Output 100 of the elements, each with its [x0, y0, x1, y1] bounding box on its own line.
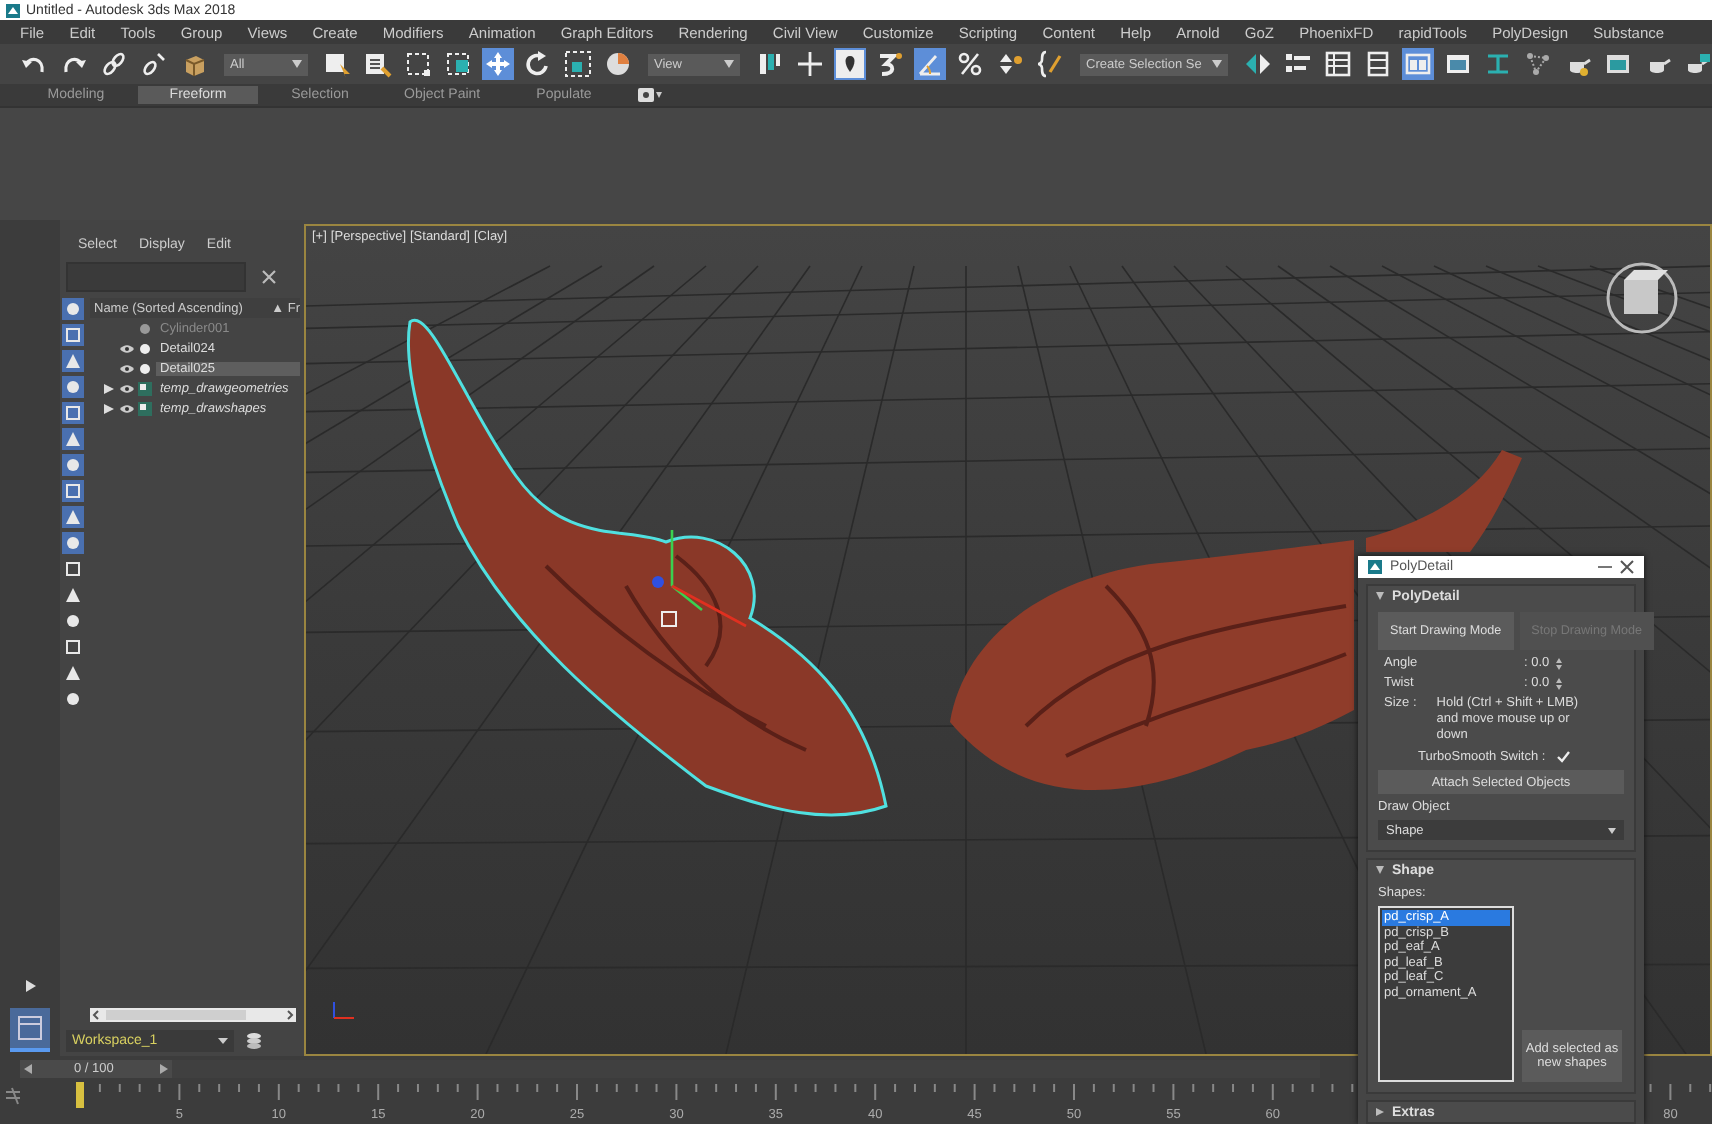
expand-caret-icon[interactable]	[104, 403, 114, 413]
toolbar-button[interactable]	[362, 48, 394, 80]
toolbar-button[interactable]	[402, 48, 434, 80]
workspace-button[interactable]	[10, 1008, 50, 1052]
percent-icon	[956, 50, 984, 78]
caret-icon[interactable]	[1376, 592, 1384, 600]
pin-icon	[836, 50, 864, 78]
panel-icon	[1364, 50, 1392, 78]
toolbar-button[interactable]	[138, 48, 170, 80]
toolbar-button[interactable]	[98, 48, 130, 80]
filter-toggle[interactable]	[62, 610, 84, 632]
spinner-arrows-icon[interactable]	[1555, 657, 1562, 669]
filter-toggle[interactable]	[62, 532, 84, 554]
caret-icon	[724, 60, 734, 68]
axis-tripod-icon	[333, 1001, 355, 1019]
spinner-arrows-icon[interactable]	[1555, 677, 1562, 689]
pivot-icon	[756, 50, 784, 78]
filter-toggle[interactable]	[62, 428, 84, 450]
dot-icon	[140, 323, 150, 333]
toolbar-button[interactable]	[1034, 48, 1066, 80]
toolbar-button[interactable]	[1362, 48, 1394, 80]
toolbar-button[interactable]	[522, 48, 554, 80]
toolbar-button[interactable]	[1242, 48, 1274, 80]
crosshair-icon	[796, 50, 824, 78]
table-icon	[1324, 50, 1352, 78]
camera-icon[interactable]	[638, 88, 662, 102]
filter-toggle[interactable]	[62, 376, 84, 398]
key-filter-icon[interactable]	[5, 1087, 21, 1105]
nodes-icon	[1524, 50, 1552, 78]
toolbar-button[interactable]	[322, 48, 354, 80]
toolbar-button[interactable]	[954, 48, 986, 80]
cursor-icon	[324, 50, 352, 78]
filter-toggle[interactable]	[62, 480, 84, 502]
filter-toggle[interactable]	[62, 558, 84, 580]
filter-toggle[interactable]	[62, 298, 84, 320]
close-icon[interactable]	[262, 270, 276, 284]
caret-icon	[1212, 60, 1222, 68]
filter-toggle[interactable]	[62, 402, 84, 424]
window-icon	[1444, 50, 1472, 78]
mirror-icon	[1244, 50, 1272, 78]
toolbar-button[interactable]	[794, 48, 826, 80]
checkbox[interactable]	[1555, 750, 1570, 764]
eye-icon[interactable]	[120, 363, 134, 373]
caret-left-icon[interactable]	[24, 1063, 32, 1073]
dot-icon	[140, 343, 150, 353]
spinner-icon	[996, 50, 1024, 78]
toolbar-button[interactable]	[754, 48, 786, 80]
scrollbar[interactable]	[90, 1008, 296, 1022]
filter-toggle[interactable]	[62, 324, 84, 346]
angle-snap-icon	[916, 50, 944, 78]
align-icon	[1284, 50, 1312, 78]
eye-icon[interactable]	[120, 403, 134, 413]
snap-icon	[876, 50, 904, 78]
toolbar-button[interactable]	[874, 48, 906, 80]
caret-icon[interactable]	[1376, 866, 1384, 874]
filter-toggle[interactable]	[62, 454, 84, 476]
move-icon	[484, 50, 512, 78]
filter-toggle[interactable]	[62, 350, 84, 372]
filter-toggle[interactable]	[62, 662, 84, 684]
filter-toggle[interactable]	[62, 636, 84, 658]
toolbar-button[interactable]	[562, 48, 594, 80]
eye-icon[interactable]	[120, 383, 134, 393]
frame-marker[interactable]	[76, 1082, 84, 1108]
filter-toggle[interactable]	[62, 506, 84, 528]
transform-gizmo-icon[interactable]	[652, 528, 747, 628]
rotate-icon	[524, 50, 552, 78]
caret-right-icon[interactable]	[160, 1063, 168, 1073]
crossing-window-icon	[444, 50, 472, 78]
caret-icon[interactable]	[1376, 1108, 1384, 1116]
left-sculpture-drawing[interactable]	[407, 318, 888, 817]
expand-caret-icon[interactable]	[104, 383, 114, 393]
layers-icon[interactable]	[246, 1032, 262, 1050]
view-cube-icon[interactable]	[1606, 262, 1678, 334]
toolbar-button[interactable]	[1322, 48, 1354, 80]
dashed-square-icon	[404, 50, 432, 78]
braces-icon	[1036, 50, 1064, 78]
cube-icon	[180, 50, 208, 78]
window-icon	[18, 1016, 42, 1040]
filter-toggle[interactable]	[62, 584, 84, 606]
toolbar-button[interactable]	[442, 48, 474, 80]
dot-icon	[140, 363, 150, 373]
teapot-icon	[1684, 50, 1712, 78]
sphere-icon	[604, 50, 632, 78]
broken-link-icon	[140, 50, 168, 78]
eye-icon[interactable]	[120, 343, 134, 353]
list-icon	[364, 50, 392, 78]
close-icon[interactable]	[1620, 560, 1634, 574]
toolbar-button[interactable]	[602, 48, 634, 80]
filter-toggle[interactable]	[62, 688, 84, 710]
render-window-icon	[1604, 50, 1632, 78]
toolbar-button[interactable]	[834, 48, 866, 80]
play-icon[interactable]	[25, 980, 35, 992]
scale-icon	[564, 50, 592, 78]
caret-icon	[218, 1038, 228, 1044]
caret-icon	[292, 60, 302, 68]
ruler-icon	[1484, 50, 1512, 78]
minimize-icon[interactable]	[1598, 560, 1612, 574]
chain-link-icon	[100, 50, 128, 78]
layout-icon	[1404, 50, 1432, 78]
caret-icon	[1608, 827, 1616, 833]
